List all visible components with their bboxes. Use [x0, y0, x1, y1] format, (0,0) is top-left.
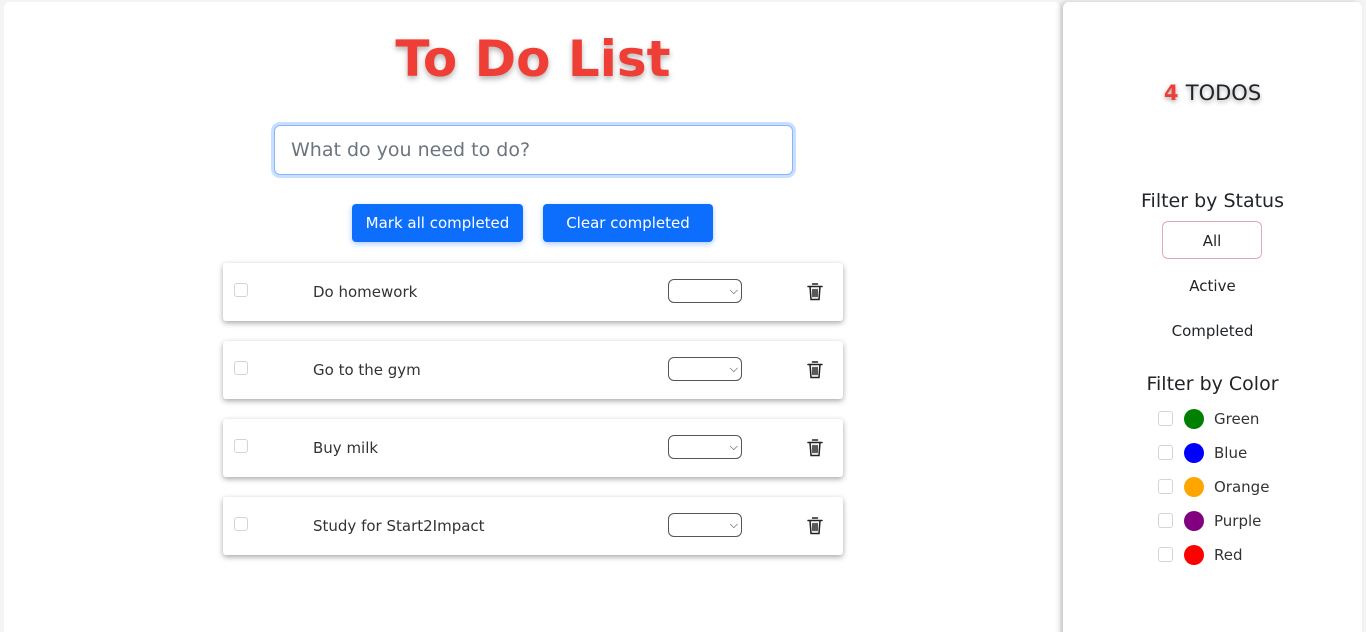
- color-filter-checkbox[interactable]: [1158, 547, 1173, 562]
- todo-complete-checkbox[interactable]: [234, 439, 248, 453]
- trash-icon[interactable]: [807, 517, 823, 535]
- todo-text: Study for Start2Impact: [313, 517, 485, 535]
- chevron-down-icon: ⌵: [729, 518, 738, 531]
- color-filter-label: Orange: [1214, 478, 1270, 496]
- todo-color-select[interactable]: ⌵: [668, 357, 742, 381]
- trash-icon[interactable]: [807, 283, 823, 301]
- color-swatch: [1184, 511, 1204, 531]
- color-swatch: [1184, 477, 1204, 497]
- todo-count-label: TODOS: [1185, 81, 1262, 105]
- trash-icon[interactable]: [807, 439, 823, 457]
- color-filter-checkbox[interactable]: [1158, 445, 1173, 460]
- color-filter-label: Red: [1214, 546, 1243, 564]
- clear-completed-button[interactable]: Clear completed: [543, 204, 713, 242]
- filter-color-heading: Filter by Color: [1146, 373, 1279, 395]
- mark-all-completed-button[interactable]: Mark all completed: [352, 204, 523, 242]
- todo-color-select[interactable]: ⌵: [668, 435, 742, 459]
- trash-icon[interactable]: [807, 361, 823, 379]
- todo-item: Go to the gym ⌵: [223, 341, 843, 399]
- todo-color-select[interactable]: ⌵: [668, 279, 742, 303]
- color-filter-label: Purple: [1214, 512, 1262, 530]
- todo-complete-checkbox[interactable]: [234, 361, 248, 375]
- todo-color-select[interactable]: ⌵: [668, 513, 742, 537]
- chevron-down-icon: ⌵: [729, 362, 738, 375]
- todo-text: Do homework: [313, 283, 418, 301]
- color-filter-checkbox[interactable]: [1158, 513, 1173, 528]
- color-filter-checkbox[interactable]: [1158, 411, 1173, 426]
- chevron-down-icon: ⌵: [729, 284, 738, 297]
- todo-count: 4 TODOS: [1063, 78, 1362, 108]
- page-title: To Do List: [395, 30, 671, 88]
- todo-text: Buy milk: [313, 439, 379, 457]
- new-todo-input[interactable]: [274, 125, 793, 175]
- color-swatch: [1184, 443, 1204, 463]
- todo-complete-checkbox[interactable]: [234, 283, 248, 297]
- todo-count-number: 4: [1163, 81, 1179, 105]
- todo-app: To Do List Mark all completed Clear comp…: [0, 0, 1366, 632]
- color-filter-label: Blue: [1214, 444, 1248, 462]
- filter-active-button[interactable]: Active: [1063, 275, 1362, 297]
- chevron-down-icon: ⌵: [729, 440, 738, 453]
- todo-complete-checkbox[interactable]: [234, 517, 248, 531]
- todo-item: Study for Start2Impact ⌵: [223, 497, 843, 555]
- filter-completed-button[interactable]: Completed: [1063, 320, 1362, 342]
- todo-text: Go to the gym: [313, 361, 421, 379]
- filter-status-heading: Filter by Status: [1141, 190, 1284, 212]
- todo-item: Do homework ⌵: [223, 263, 843, 321]
- todo-item: Buy milk ⌵: [223, 419, 843, 477]
- filter-all-button[interactable]: All: [1162, 221, 1262, 259]
- color-filter-checkbox[interactable]: [1158, 479, 1173, 494]
- color-swatch: [1184, 409, 1204, 429]
- color-swatch: [1184, 545, 1204, 565]
- color-filter-label: Green: [1214, 410, 1260, 428]
